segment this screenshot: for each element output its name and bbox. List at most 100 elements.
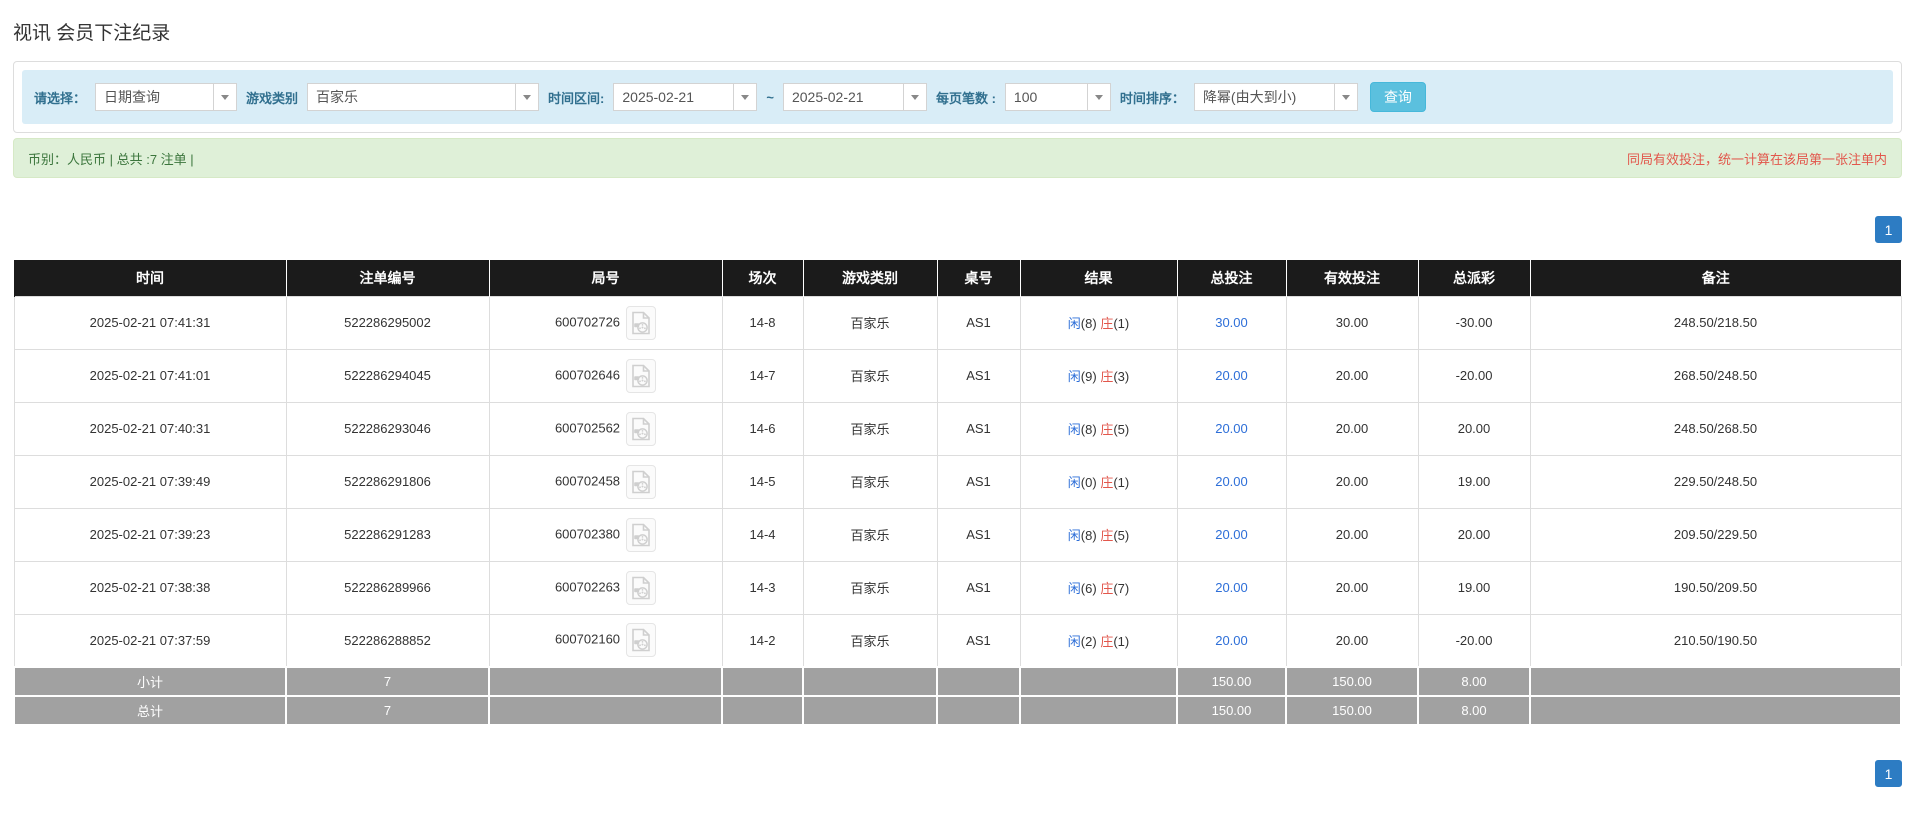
page-size-label: 每页笔数 : <box>935 90 996 106</box>
result-cell: 闲(8) 庄(5) <box>1019 401 1178 456</box>
payout-cell: -20.00 <box>1417 348 1531 403</box>
banker-score: (7) <box>1113 581 1130 596</box>
table-row: 2025-02-21 07:41:31 522286295002 6007027… <box>13 295 1902 350</box>
player-label: 闲 <box>1067 316 1081 331</box>
page-size-combobox[interactable] <box>1004 83 1111 111</box>
video-replay-button[interactable] <box>626 517 657 552</box>
player-score: (9) <box>1080 369 1097 384</box>
subtotal-row: 小计 7 150.00 150.00 8.00 <box>13 666 1902 697</box>
banker-label: 庄 <box>1100 475 1114 490</box>
grand-total-label: 总计 <box>13 695 287 726</box>
session: 14-7 <box>721 348 804 403</box>
date-from-input[interactable] <box>613 83 734 111</box>
game-type-input[interactable] <box>307 83 516 111</box>
total-bet-link[interactable]: 20.00 <box>1215 633 1248 648</box>
chevron-down-icon[interactable] <box>1333 83 1358 111</box>
round-number: 600702562 <box>554 419 621 435</box>
sort-order-input[interactable] <box>1193 83 1334 111</box>
query-type-input[interactable] <box>95 83 214 111</box>
total-bet-cell: 20.00 <box>1176 560 1287 615</box>
bet-records-table: 时间 注单编号 局号 场次 游戏类别 桌号 结果 总投注 有效投注 总派彩 备注… <box>13 260 1902 726</box>
date-to-combobox[interactable] <box>782 83 927 111</box>
round-number: 600702263 <box>554 578 621 594</box>
player-label: 闲 <box>1067 633 1081 649</box>
bet-time: 2025-02-21 07:37:59 <box>13 613 287 668</box>
player-score: (8) <box>1080 316 1097 331</box>
table-header-row: 时间 注单编号 局号 场次 游戏类别 桌号 结果 总投注 有效投注 总派彩 备注 <box>13 260 1901 296</box>
video-replay-button[interactable] <box>626 464 657 499</box>
player-label: 闲 <box>1067 475 1081 490</box>
game-type: 百家乐 <box>802 454 938 509</box>
query-type-combobox[interactable] <box>95 83 238 111</box>
session: 14-6 <box>721 401 804 456</box>
game-type-combobox[interactable] <box>307 83 540 111</box>
video-replay-button[interactable] <box>626 358 657 393</box>
banker-label: 庄 <box>1100 528 1114 543</box>
page-1-button[interactable]: 1 <box>1875 760 1902 787</box>
result-cell: 闲(8) 庄(5) <box>1019 507 1178 562</box>
total-bet-link[interactable]: 20.00 <box>1215 421 1248 436</box>
valid-bet: 20.00 <box>1285 507 1419 562</box>
banker-label: 庄 <box>1100 316 1114 331</box>
chevron-down-icon[interactable] <box>1086 83 1111 111</box>
round-cell: 600702726 <box>488 295 723 350</box>
table-number: AS1 <box>936 613 1021 668</box>
payout-cell: 20.00 <box>1417 401 1531 456</box>
video-replay-icon <box>632 576 650 599</box>
bet-time: 2025-02-21 07:41:01 <box>13 348 287 403</box>
valid-bet: 20.00 <box>1285 613 1419 668</box>
banker-score: (3) <box>1113 369 1130 384</box>
total-bet-link[interactable]: 30.00 <box>1215 315 1248 330</box>
total-bet-link[interactable]: 20.00 <box>1215 368 1248 383</box>
player-label: 闲 <box>1067 528 1081 543</box>
video-replay-button[interactable] <box>626 305 657 340</box>
game-type: 百家乐 <box>802 295 938 350</box>
total-bet-link[interactable]: 20.00 <box>1215 527 1248 542</box>
video-replay-icon <box>632 628 650 652</box>
valid-bet: 20.00 <box>1285 454 1419 509</box>
table-row: 2025-02-21 07:39:23 522286291283 6007023… <box>13 507 1902 562</box>
round-number: 600702646 <box>554 366 621 382</box>
note-cell: 268.50/248.50 <box>1529 348 1902 403</box>
table-number: AS1 <box>936 295 1021 350</box>
round-cell: 600702160 <box>488 613 723 668</box>
bet-number: 522286291806 <box>285 454 490 509</box>
page-size-input[interactable] <box>1004 83 1087 111</box>
game-type: 百家乐 <box>802 560 938 615</box>
banker-score: (1) <box>1113 475 1130 490</box>
round-cell: 600702562 <box>488 401 723 456</box>
date-from-combobox[interactable] <box>613 83 758 111</box>
header-valid-bet: 有效投注 <box>1285 260 1418 296</box>
session: 14-3 <box>721 560 804 615</box>
video-replay-button[interactable] <box>626 411 657 446</box>
video-replay-button[interactable] <box>626 570 657 605</box>
chevron-down-icon[interactable] <box>733 83 758 111</box>
date-to-input[interactable] <box>782 83 903 111</box>
player-score: (2) <box>1080 633 1097 649</box>
bet-number: 522286288852 <box>285 613 490 668</box>
table-number: AS1 <box>936 401 1021 456</box>
note-cell: 248.50/218.50 <box>1529 295 1902 350</box>
game-type: 百家乐 <box>802 401 938 456</box>
total-bet-link[interactable]: 20.00 <box>1215 580 1248 595</box>
filter-bar: 请选择： 游戏类别 时间区间: ~ 每页笔数 : 时间排序： <box>22 70 1893 124</box>
summary-bar: 币别：人民币 | 总共 :7 注单 | 同局有效投注，统一计算在该局第一张注单内 <box>13 138 1902 178</box>
header-total-bet: 总投注 <box>1176 260 1286 296</box>
video-replay-icon <box>632 470 650 493</box>
chevron-down-icon[interactable] <box>213 83 238 111</box>
search-button[interactable]: 查询 <box>1369 82 1426 112</box>
video-replay-button[interactable] <box>626 623 657 658</box>
chevron-down-icon[interactable] <box>515 83 540 111</box>
header-time: 时间 <box>13 260 286 296</box>
sort-order-combobox[interactable] <box>1193 83 1358 111</box>
total-bet-cell: 20.00 <box>1176 507 1287 562</box>
game-type-label: 游戏类别 <box>246 90 299 106</box>
result-cell: 闲(8) 庄(1) <box>1019 295 1178 350</box>
header-game-type: 游戏类别 <box>802 260 937 296</box>
chevron-down-icon[interactable] <box>902 83 927 111</box>
grand-total-row: 总计 7 150.00 150.00 8.00 <box>13 695 1902 726</box>
total-bet-link[interactable]: 20.00 <box>1215 474 1248 489</box>
table-number: AS1 <box>936 560 1021 615</box>
table-number: AS1 <box>936 507 1021 562</box>
page-1-button[interactable]: 1 <box>1875 216 1902 243</box>
